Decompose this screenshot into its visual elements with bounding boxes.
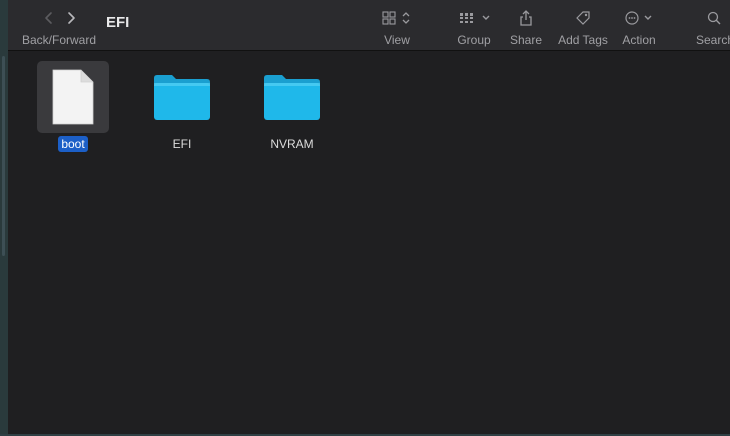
file-name: boot — [58, 136, 88, 152]
share-label: Share — [509, 33, 543, 47]
back-forward-group: Back/Forward — [22, 0, 98, 50]
icon-grid-view-icon — [382, 8, 414, 28]
add-tags-button[interactable]: Add Tags — [554, 0, 612, 50]
folder-icon — [154, 75, 210, 120]
add-tags-label: Add Tags — [558, 33, 608, 47]
window-title: EFI — [106, 14, 130, 31]
folder-thumbnail — [146, 61, 218, 133]
back-forward-label: Back/Forward — [22, 33, 97, 47]
desktop-edge — [0, 0, 8, 436]
forward-chevron-icon[interactable] — [64, 8, 78, 28]
search-label: Search — [696, 33, 730, 47]
back-chevron-icon[interactable] — [42, 8, 56, 28]
folder-name: NVRAM — [270, 137, 314, 151]
folder-item-efi[interactable]: EFI — [145, 61, 219, 153]
ellipsis-circle-icon — [624, 8, 656, 28]
tag-icon — [573, 8, 593, 28]
folder-icon — [264, 75, 320, 120]
folder-item-nvram[interactable]: NVRAM — [255, 61, 329, 153]
folder-name: EFI — [172, 137, 192, 151]
search-button[interactable]: Search — [694, 0, 730, 50]
document-icon — [52, 69, 94, 125]
search-icon — [706, 8, 722, 28]
action-button[interactable]: Action — [616, 0, 662, 50]
share-button[interactable]: Share — [506, 0, 546, 50]
folder-thumbnail — [256, 61, 328, 133]
view-label: View — [384, 33, 410, 47]
finder-window: Back/Forward EFI View Group Share Add Ta… — [8, 0, 730, 436]
group-label: Group — [457, 33, 491, 47]
action-label: Action — [622, 33, 656, 47]
share-icon — [516, 8, 536, 28]
group-icon — [458, 8, 492, 28]
file-icon-grid: boot EFI NVRAM — [8, 51, 730, 436]
toolbar: Back/Forward EFI View Group Share Add Ta… — [8, 0, 730, 51]
group-button[interactable]: Group — [452, 0, 496, 50]
view-button[interactable]: View — [376, 0, 418, 50]
sidebar-resize-handle[interactable] — [2, 56, 5, 256]
file-item-boot[interactable]: boot — [36, 61, 110, 153]
file-thumbnail — [37, 61, 109, 133]
